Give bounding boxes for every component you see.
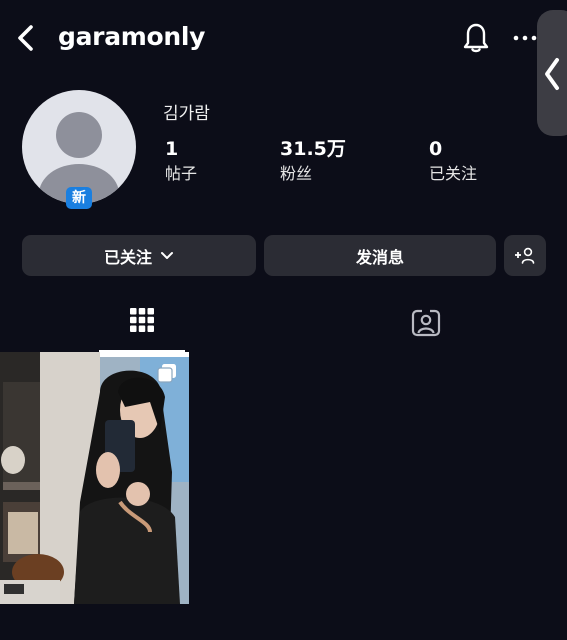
- back-arrow-icon: [18, 25, 33, 51]
- stat-posts-value: 1: [165, 138, 179, 160]
- new-badge: 新: [66, 187, 92, 209]
- more-icon: [513, 35, 537, 41]
- following-button[interactable]: 已关注: [22, 235, 256, 276]
- side-panel-handle[interactable]: [537, 10, 567, 136]
- stat-posts[interactable]: 1 帖子: [165, 137, 197, 185]
- tab-posts-grid[interactable]: [99, 300, 185, 352]
- more-options-button[interactable]: [512, 24, 538, 50]
- stat-following[interactable]: 0 已关注: [429, 137, 477, 185]
- following-button-label: 已关注: [103, 247, 152, 267]
- chevron-down-icon: [161, 251, 173, 259]
- side-handle-chevron-icon: [545, 58, 559, 90]
- stat-followers-label: 粉丝: [280, 164, 313, 183]
- display-name: 김가람: [163, 104, 210, 124]
- post-photo: [0, 352, 189, 604]
- stat-following-value: 0: [429, 138, 443, 160]
- stat-posts-label: 帖子: [165, 164, 198, 183]
- post-thumbnail[interactable]: [0, 352, 189, 604]
- stat-followers-value: 31.5万: [280, 138, 346, 160]
- multiple-images-icon: [157, 363, 177, 383]
- stat-followers[interactable]: 31.5万 粉丝: [280, 137, 346, 185]
- stat-following-label: 已关注: [429, 164, 478, 183]
- grid-icon: [130, 308, 154, 332]
- message-button[interactable]: 发消息: [264, 235, 496, 276]
- profile-username: garamonly: [58, 22, 206, 51]
- back-button[interactable]: [14, 22, 40, 54]
- bell-icon: [463, 23, 489, 53]
- add-user-icon: [515, 247, 535, 264]
- tagged-icon: [411, 309, 441, 337]
- add-user-button[interactable]: [504, 235, 546, 276]
- tab-tagged[interactable]: [382, 300, 468, 352]
- notifications-button[interactable]: [460, 20, 492, 54]
- message-button-label: 发消息: [355, 247, 404, 267]
